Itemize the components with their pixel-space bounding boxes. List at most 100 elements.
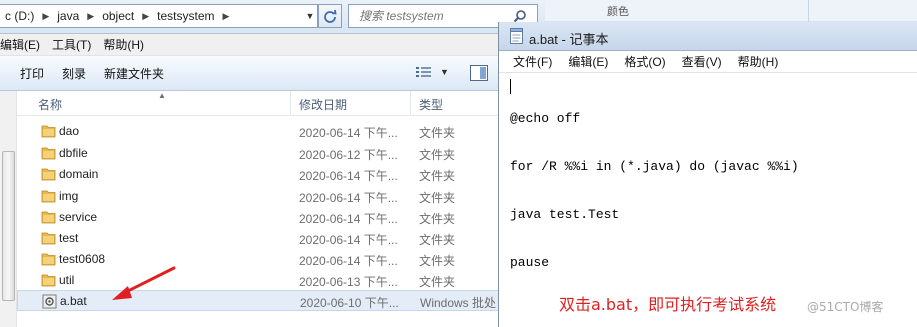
- watermark: @51CTO博客: [807, 300, 884, 314]
- search-icon[interactable]: [513, 9, 527, 23]
- breadcrumb-drive[interactable]: c (D:): [0, 9, 39, 23]
- refresh-button[interactable]: [318, 4, 342, 28]
- file-type: Windows 批处: [420, 296, 497, 310]
- file-date: 2020-06-13 下午...: [299, 275, 398, 289]
- column-header-type[interactable]: 类型: [419, 96, 443, 113]
- menu-help[interactable]: 帮助(H): [730, 53, 787, 70]
- burn-button[interactable]: 刻录: [53, 65, 95, 82]
- file-type: 文件夹: [419, 212, 456, 226]
- window-title: a.bat - 记事本: [529, 32, 609, 47]
- file-type: 文件夹: [419, 126, 456, 140]
- file-name: service: [59, 210, 98, 224]
- notepad-icon: [510, 28, 523, 44]
- column-divider[interactable]: [410, 91, 411, 116]
- annotation-text: 双击a.bat，即可执行考试系统: [559, 295, 777, 314]
- folder-icon: [41, 211, 56, 224]
- vertical-scrollbar[interactable]: [0, 91, 17, 327]
- batch-file-icon: [42, 294, 57, 309]
- file-type: 文件夹: [419, 275, 456, 289]
- file-row[interactable]: dao 2020-06-14 下午... 文件夹: [17, 121, 545, 142]
- file-row[interactable]: service 2020-06-14 下午... 文件夹: [17, 207, 545, 228]
- address-box[interactable]: c (D:) ▶ java ▶ object ▶ testsystem ▶ ▼: [0, 4, 318, 28]
- notepad-titlebar[interactable]: a.bat - 记事本: [499, 22, 917, 51]
- file-type: 文件夹: [419, 254, 456, 268]
- file-type: 文件夹: [419, 191, 456, 205]
- editor-line: @echo off: [510, 111, 581, 126]
- folder-icon: [41, 147, 56, 160]
- editor-line: pause: [510, 255, 550, 270]
- refresh-icon: [324, 9, 337, 23]
- file-date: 2020-06-10 下午...: [300, 296, 399, 310]
- explorer-toolbar: 打印 刻录 新建文件夹 ▼: [0, 56, 545, 91]
- red-arrow-icon: [112, 266, 176, 300]
- explorer-window: c (D:) ▶ java ▶ object ▶ testsystem ▶ ▼ …: [0, 0, 545, 327]
- file-name: dao: [59, 124, 80, 138]
- editor-content[interactable]: @echo off for /R %%i in (*.java) do (jav…: [510, 79, 799, 303]
- file-name: img: [59, 189, 79, 203]
- print-button[interactable]: 打印: [0, 65, 53, 82]
- menu-tools[interactable]: 工具(T): [46, 36, 97, 53]
- file-name: util: [59, 273, 75, 287]
- column-divider[interactable]: [290, 91, 291, 116]
- menu-help[interactable]: 帮助(H): [97, 36, 150, 53]
- preview-pane-icon[interactable]: [470, 65, 488, 81]
- divider: [808, 0, 809, 22]
- column-header-row: ▲ 名称 修改日期 类型: [0, 91, 545, 116]
- view-list-icon: [416, 67, 431, 77]
- file-row[interactable]: test 2020-06-14 下午... 文件夹: [17, 228, 545, 249]
- menu-edit[interactable]: 编辑(E): [560, 53, 616, 70]
- file-row[interactable]: img 2020-06-14 下午... 文件夹: [17, 186, 545, 207]
- menu-edit[interactable]: 编辑(E): [0, 36, 46, 53]
- menu-format[interactable]: 格式(O): [616, 53, 673, 70]
- column-header-name[interactable]: 名称: [38, 96, 62, 113]
- file-type: 文件夹: [419, 169, 456, 183]
- folder-icon: [41, 253, 56, 266]
- chevron-right-icon[interactable]: ▶: [139, 11, 152, 22]
- file-row[interactable]: dbfile 2020-06-12 下午... 文件夹: [17, 143, 545, 164]
- file-date: 2020-06-14 下午...: [299, 212, 398, 226]
- file-row-selected[interactable]: a.bat 2020-06-10 下午... Windows 批处: [17, 290, 545, 311]
- folder-icon: [41, 274, 56, 287]
- file-name: domain: [59, 167, 99, 181]
- notepad-window: a.bat - 记事本 文件(F) 编辑(E) 格式(O) 查看(V) 帮助(H…: [498, 22, 917, 327]
- folder-icon: [41, 168, 56, 181]
- file-row[interactable]: test0608 2020-06-14 下午... 文件夹: [17, 249, 545, 270]
- breadcrumb-testsystem[interactable]: testsystem: [152, 9, 219, 23]
- chevron-down-icon[interactable]: ▼: [440, 67, 449, 77]
- notepad-menubar: 文件(F) 编辑(E) 格式(O) 查看(V) 帮助(H): [499, 51, 917, 73]
- text-editor[interactable]: @echo off for /R %%i in (*.java) do (jav…: [499, 73, 917, 327]
- file-date: 2020-06-14 下午...: [299, 191, 398, 205]
- breadcrumb-java[interactable]: java: [52, 9, 84, 23]
- chevron-down-icon[interactable]: ▼: [303, 11, 317, 21]
- explorer-menubar: 编辑(E) 工具(T) 帮助(H): [0, 34, 545, 56]
- file-date: 2020-06-14 下午...: [299, 169, 398, 183]
- file-date: 2020-06-12 下午...: [299, 148, 398, 162]
- editor-line: java test.Test: [510, 207, 620, 222]
- file-name: a.bat: [60, 294, 87, 308]
- address-bar: c (D:) ▶ java ▶ object ▶ testsystem ▶ ▼: [0, 0, 545, 34]
- file-date: 2020-06-14 下午...: [299, 233, 398, 247]
- view-options-button[interactable]: ▼: [416, 66, 449, 78]
- editor-line: for /R %%i in (*.java) do (javac %%i): [510, 159, 799, 174]
- new-folder-button[interactable]: 新建文件夹: [95, 65, 173, 82]
- file-date: 2020-06-14 下午...: [299, 254, 398, 268]
- file-name: dbfile: [59, 146, 88, 160]
- text-caret: [510, 79, 511, 94]
- file-name: test: [59, 231, 79, 245]
- background-window-strip: [545, 0, 917, 22]
- search-input[interactable]: [349, 9, 509, 23]
- scroll-thumb[interactable]: [2, 151, 15, 301]
- file-row[interactable]: domain 2020-06-14 下午... 文件夹: [17, 164, 545, 185]
- file-row[interactable]: util 2020-06-13 下午... 文件夹: [17, 270, 545, 291]
- chevron-right-icon[interactable]: ▶: [39, 11, 52, 22]
- chevron-right-icon[interactable]: ▶: [220, 11, 233, 22]
- file-type: 文件夹: [419, 148, 456, 162]
- menu-view[interactable]: 查看(V): [674, 53, 730, 70]
- sort-arrow-icon: ▲: [158, 91, 166, 100]
- column-header-date[interactable]: 修改日期: [299, 96, 347, 113]
- folder-icon: [41, 190, 56, 203]
- chevron-right-icon[interactable]: ▶: [84, 11, 97, 22]
- menu-file[interactable]: 文件(F): [499, 53, 560, 70]
- breadcrumb-object[interactable]: object: [97, 9, 139, 23]
- file-type: 文件夹: [419, 233, 456, 247]
